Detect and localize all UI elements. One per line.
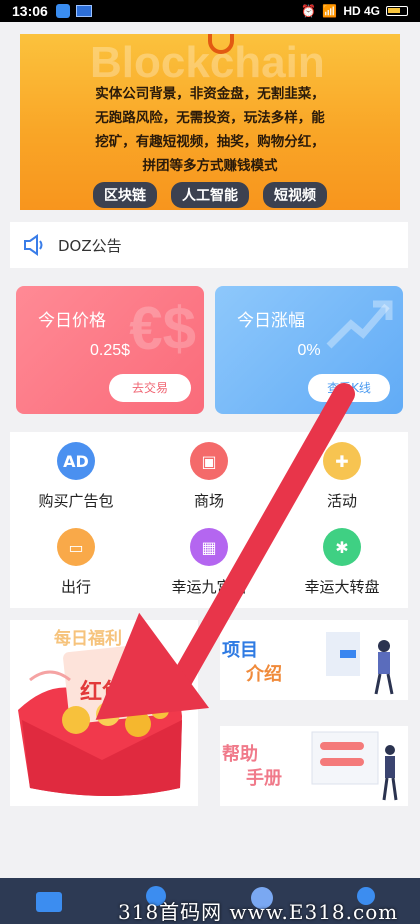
tagline-line: 挖矿，有趣短视频，抽奖，购物分红， (95, 134, 325, 150)
help-title-2: 手册 (246, 768, 282, 789)
red-packet-panel[interactable]: 每日福利 红包 (10, 620, 198, 806)
banner-tags: 区块链 人工智能 短视频 (20, 182, 400, 208)
home-icon (36, 892, 62, 912)
grid-item-mall[interactable]: ▣ 商场 (143, 442, 275, 511)
announcement-label: DOZ公告 (58, 236, 122, 255)
grid-label: 活动 (326, 492, 357, 510)
banner-tagline: 实体公司背景，非资金盘，无割韭菜， 无跑路风险，无需投资，玩法多样，能 挖矿，有… (20, 82, 400, 178)
app-notification-icon-2 (75, 5, 92, 17)
trade-button[interactable]: 去交易 (109, 374, 191, 402)
feature-grid: AD 购买广告包 ▣ 商场 ✚ 活动 ▭ 出行 ▦ 幸运九宫格 ✱ 幸运大转盘 (10, 432, 408, 608)
change-value: 0% (297, 342, 321, 359)
banner-watermark: Blockchain (90, 38, 325, 87)
tagline-line: 实体公司背景，非资金盘，无割韭菜， (95, 86, 325, 102)
grid-label: 出行 (60, 578, 91, 596)
red-envelope-icon (18, 643, 182, 796)
project-intro-panel[interactable]: 项目 介绍 (220, 620, 408, 700)
network-label: HD 4G (343, 4, 380, 18)
illustration-person-icon (326, 632, 394, 695)
price-value: 0.25$ (89, 342, 131, 359)
grid-item-activity[interactable]: ✚ 活动 (276, 442, 408, 511)
tag-blockchain: 区块链 (93, 182, 157, 208)
app-notification-icon (55, 4, 70, 18)
speaker-icon (24, 234, 43, 256)
wheel-icon: ✱ (323, 528, 361, 566)
red-packet-label: 红包 (80, 680, 125, 705)
announcement-bar[interactable]: DOZ公告 (10, 222, 408, 268)
project-intro-title-1: 项目 (222, 640, 258, 661)
tag-short-video: 短视频 (263, 182, 327, 208)
status-bar: 13:06 ⏰ 📶 HD 4G (0, 0, 420, 22)
change-card: 今日涨幅 0% 查看K线 (215, 286, 403, 414)
car-icon: ▭ (57, 528, 95, 566)
status-time: 13:06 (12, 3, 48, 19)
grid-item-lucky-wheel[interactable]: ✱ 幸运大转盘 (276, 528, 408, 597)
shopping-bag-icon: ▣ (190, 442, 228, 480)
alarm-icon: ⏰ (301, 4, 317, 18)
ad-package-icon: AD (57, 442, 95, 480)
tagline-line: 拼团等多方式赚钱模式 (142, 158, 278, 174)
grid-label: 幸运九宫格 (171, 578, 247, 596)
grid-label: 幸运大转盘 (304, 578, 380, 596)
price-title: 今日价格 (38, 311, 106, 331)
help-title-1: 帮助 (222, 744, 258, 765)
grid-item-travel[interactable]: ▭ 出行 (10, 528, 142, 597)
tag-ai: 人工智能 (171, 182, 249, 208)
help-manual-panel[interactable]: 帮助 手册 (220, 726, 408, 806)
illustration-chat-icon (311, 731, 398, 801)
grid-label: 购买广告包 (38, 492, 114, 510)
promo-banner[interactable]: Blockchain 实体公司背景，非资金盘，无割韭菜， 无跑路风险，无需投资，… (20, 34, 400, 210)
nine-grid-icon: ▦ (190, 528, 228, 566)
tagline-line: 无跑路风险，无需投资，玩法多样，能 (95, 110, 325, 126)
grid-label: 商场 (193, 492, 224, 510)
price-card: €$ 今日价格 0.25$ 去交易 (16, 286, 204, 414)
grid-item-ad-package[interactable]: AD 购买广告包 (10, 442, 142, 511)
battery-icon (386, 6, 408, 16)
wifi-icon: 📶 (322, 4, 338, 18)
site-watermark: 318首码网 www.E318.com (118, 900, 399, 924)
change-title: 今日涨幅 (237, 311, 305, 331)
project-intro-title-2: 介绍 (246, 664, 282, 685)
view-kline-button[interactable]: 查看K线 (308, 374, 390, 402)
gift-icon: ✚ (323, 442, 361, 480)
grid-item-lucky-grid[interactable]: ▦ 幸运九宫格 (143, 528, 275, 597)
